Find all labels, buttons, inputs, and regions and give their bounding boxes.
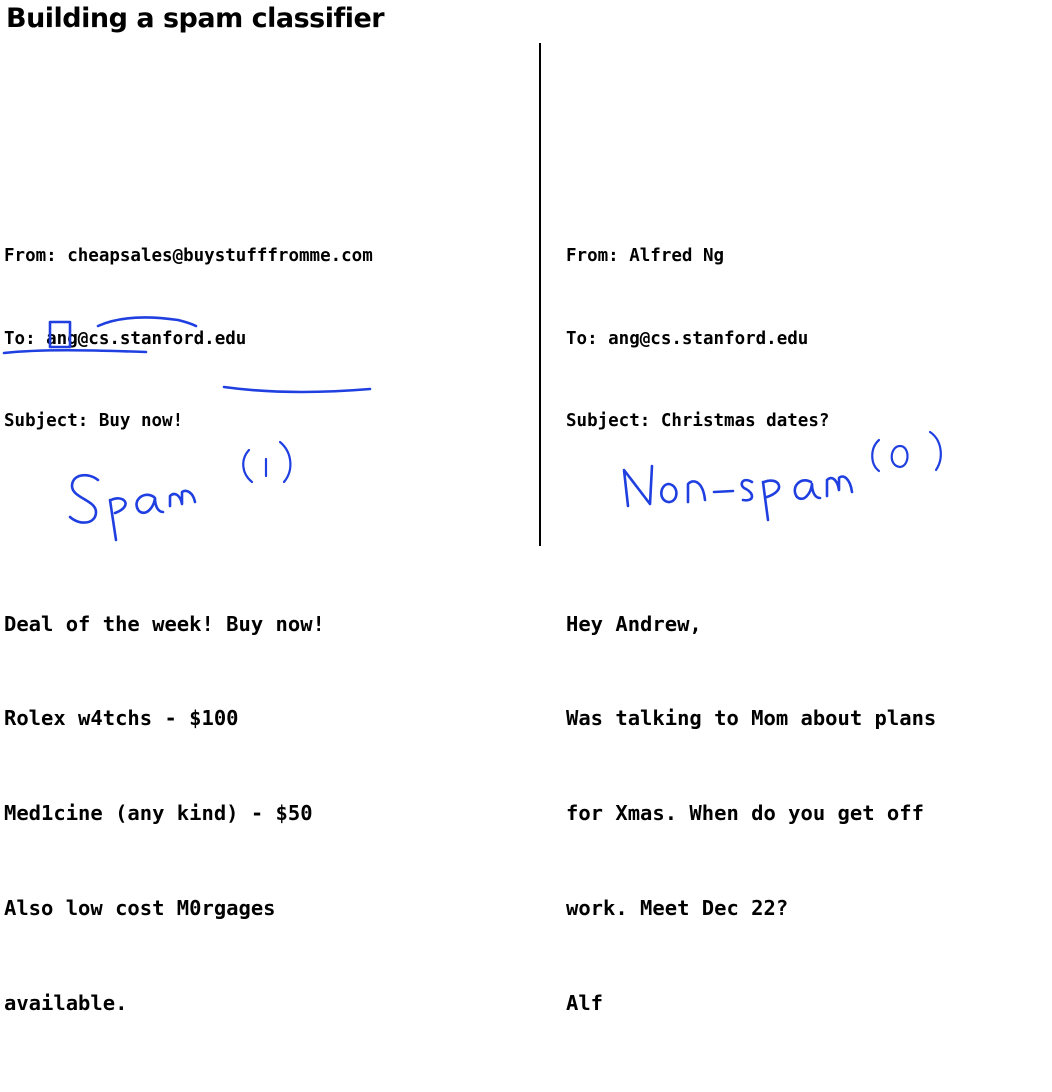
nonspam-from-line: From: Alfred Ng	[566, 246, 725, 266]
spam-email-body: Deal of the week! Buy now! Rolex w4tchs …	[4, 546, 373, 1083]
nonspam-email-body: Hey Andrew, Was talking to Mom about pla…	[566, 546, 936, 1083]
spam-body-line-2: Rolex w4tchs - $100	[4, 706, 239, 731]
vertical-divider	[539, 43, 541, 546]
slide-title: Building a spam classifier	[6, 3, 385, 34]
nonspam-body-line-4: work. Meet Dec 22?	[566, 896, 789, 921]
spam-subject-line: Subject: Buy now!	[4, 411, 184, 431]
nonspam-to-line: To: ang@cs.stanford.edu	[566, 328, 809, 349]
spam-email: From: cheapsales@buystufffromme.com To: …	[4, 150, 373, 1092]
spam-to-line: To: ang@cs.stanford.edu	[4, 328, 247, 349]
spam-from-line: From: cheapsales@buystufffromme.com	[4, 246, 373, 266]
spam-body-line-5: available.	[4, 990, 128, 1015]
nonspam-body-line-1: Hey Andrew,	[566, 611, 702, 636]
nonspam-body-line-3: for Xmas. When do you get off	[566, 801, 924, 826]
spam-body-line-3: Med1cine (any kind) - $50	[4, 801, 313, 826]
nonspam-subject-line: Subject: Christmas dates?	[566, 411, 830, 431]
nonspam-body-line-5: Alf	[566, 990, 604, 1015]
nonspam-email-header: From: Alfred Ng To: ang@cs.stanford.edu …	[566, 188, 936, 491]
spam-body-line-1: Deal of the week! Buy now!	[4, 611, 325, 636]
spam-email-header: From: cheapsales@buystufffromme.com To: …	[4, 188, 373, 491]
nonspam-email: From: Alfred Ng To: ang@cs.stanford.edu …	[566, 150, 936, 1092]
spam-body-line-4: Also low cost M0rgages	[4, 896, 276, 921]
nonspam-body-line-2: Was talking to Mom about plans	[566, 706, 937, 731]
